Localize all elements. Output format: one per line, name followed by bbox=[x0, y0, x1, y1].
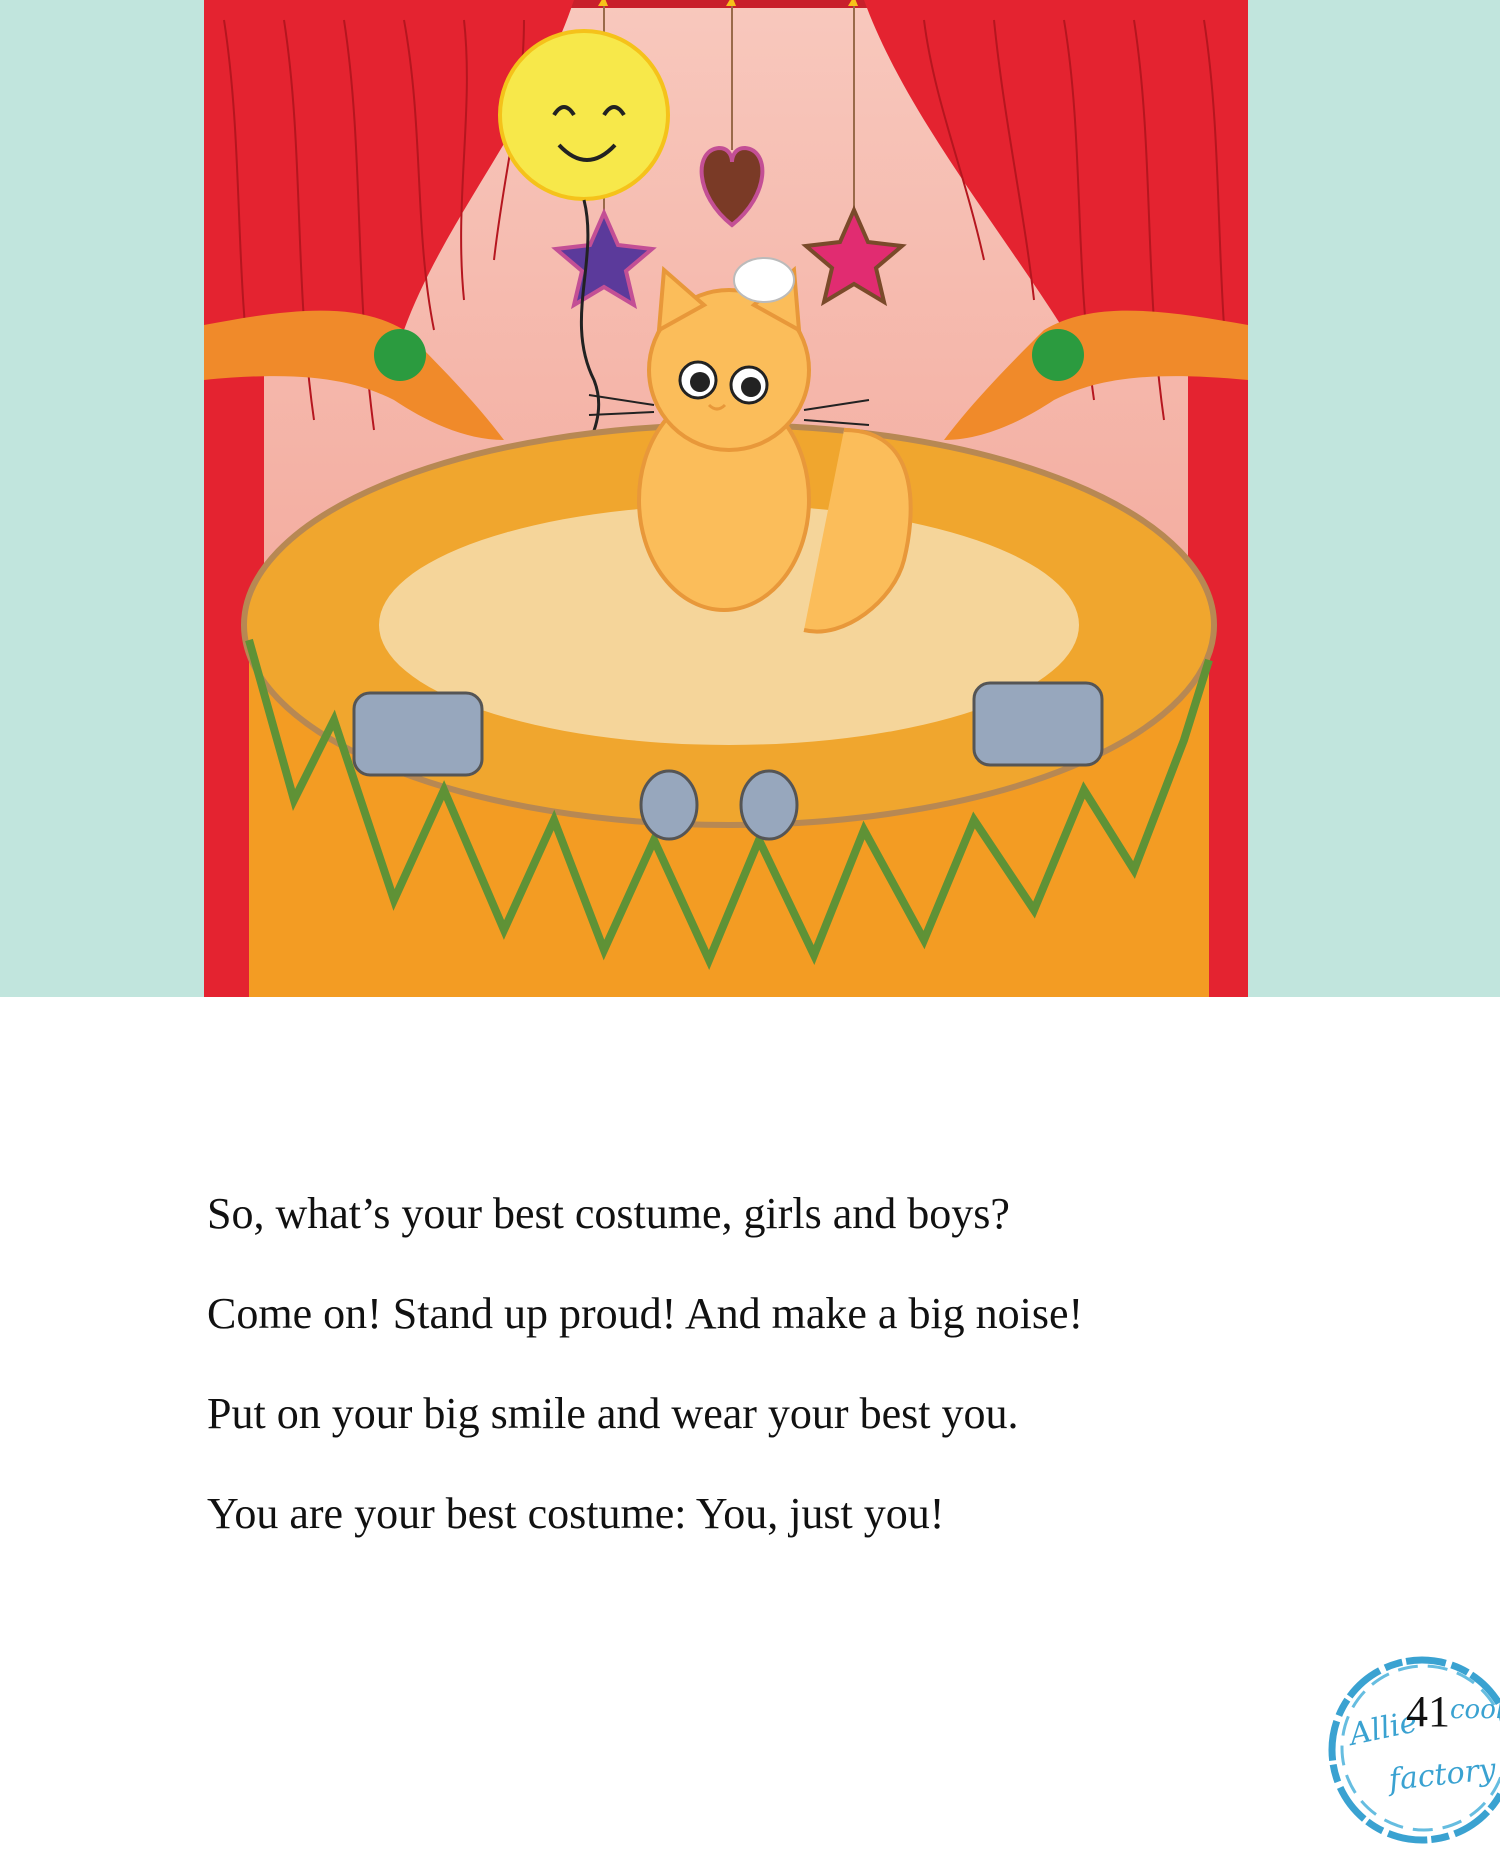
verse-line-1: So, what’s your best costume, girls and … bbox=[207, 1189, 1010, 1238]
right-spotlight-lamp bbox=[739, 769, 799, 841]
verse-line-2: Come on! Stand up proud! And make a big … bbox=[207, 1289, 1084, 1338]
right-flower bbox=[1032, 329, 1084, 381]
svg-text:cool: cool bbox=[1450, 1695, 1500, 1725]
left-speaker bbox=[352, 691, 484, 777]
right-speaker bbox=[972, 681, 1104, 767]
verse-line-4: You are your best costume: You, just you… bbox=[207, 1489, 945, 1538]
verse-text: So, what’s your best costume, girls and … bbox=[207, 1185, 1307, 1585]
verse-line-3: Put on your big smile and wear your best… bbox=[207, 1389, 1019, 1438]
left-spotlight-lamp bbox=[639, 769, 699, 841]
svg-text:factory: factory bbox=[1385, 1752, 1498, 1798]
smiley-balloon bbox=[498, 29, 670, 201]
page-number: 41 bbox=[1406, 1687, 1450, 1736]
left-flower bbox=[374, 329, 426, 381]
stage-illustration bbox=[204, 0, 1248, 997]
publisher-stamp-logo: Allie cool factory bbox=[1328, 1656, 1500, 1844]
